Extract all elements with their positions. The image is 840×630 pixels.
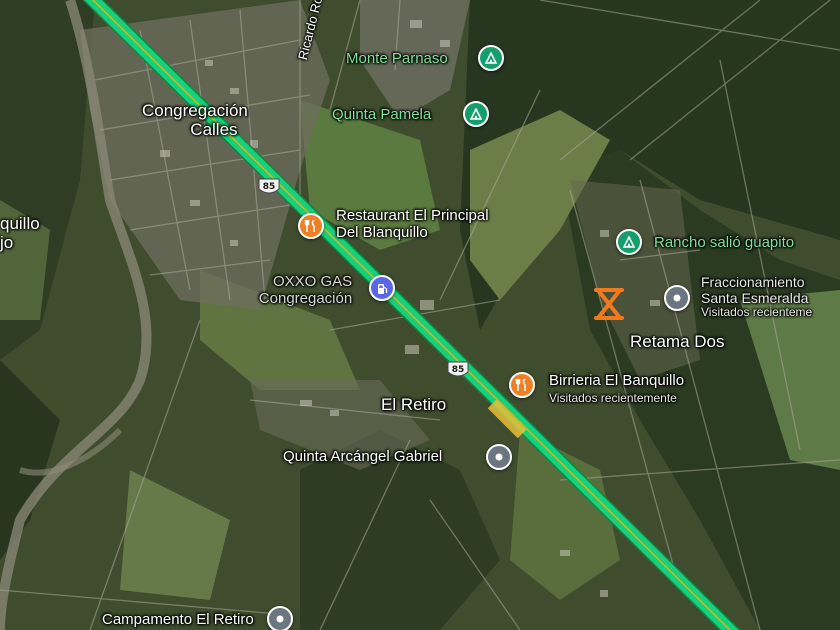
- area-label-retama-dos[interactable]: Retama Dos: [630, 332, 724, 351]
- highway-shield-85-north: 85: [258, 178, 280, 194]
- oxxo-line1: OXXO GAS: [273, 273, 353, 290]
- campground-icon[interactable]: [478, 45, 504, 71]
- restaurant-line2: Del Blanquillo: [336, 223, 428, 241]
- blanquillo-line2: jo: [0, 233, 14, 253]
- town-label-blanquillo: quillo jo: [0, 214, 40, 252]
- blanquillo-line1: quillo: [0, 214, 40, 233]
- place-label-monte-parnaso[interactable]: Monte Parnaso: [346, 50, 448, 68]
- gas-station-icon[interactable]: [369, 275, 395, 301]
- selected-location-marker[interactable]: [592, 286, 626, 322]
- restaurant-line1: Restaurant El Principal: [336, 207, 489, 224]
- oxxo-line2: Congregación: [258, 289, 353, 307]
- fracc-line2: Santa Esmeralda: [701, 289, 809, 306]
- place-pin-icon[interactable]: [486, 444, 512, 470]
- place-label-rancho[interactable]: Rancho salió guapito: [654, 234, 794, 252]
- place-label-quinta-pamela[interactable]: Quinta Pamela: [332, 106, 431, 124]
- campground-icon[interactable]: [616, 229, 642, 255]
- place-pin-icon[interactable]: [664, 285, 690, 311]
- place-label-fraccionamiento[interactable]: Fraccionamiento Santa Esmeralda Visitado…: [701, 274, 813, 320]
- highway-shield-85-south: 85: [447, 361, 469, 377]
- restaurant-icon[interactable]: [298, 213, 324, 239]
- campground-icon[interactable]: [463, 101, 489, 127]
- place-label-oxxo[interactable]: OXXO GAS Congregación: [246, 273, 353, 308]
- place-label-restaurant[interactable]: Restaurant El Principal Del Blanquillo: [336, 207, 489, 242]
- satellite-map[interactable]: 85 85 Monte Parnaso Quinta Pamela Congre…: [0, 0, 840, 630]
- fracc-line1: Fraccionamiento: [701, 274, 805, 290]
- svg-text:85: 85: [452, 365, 465, 375]
- place-label-birrieria[interactable]: Birrieria El Banquillo Visitados recient…: [549, 372, 685, 405]
- place-label-campamento[interactable]: Campamento El Retiro: [102, 611, 254, 629]
- fracc-recent: Visitados recienteme: [701, 305, 813, 320]
- town-label-congregacion-calles[interactable]: Congregación Calles: [142, 101, 248, 139]
- restaurant-icon[interactable]: [509, 372, 535, 398]
- birrieria-name: Birrieria El Banquillo: [549, 372, 685, 389]
- town-label-line1: Congregación: [142, 101, 248, 120]
- town-label-el-retiro[interactable]: El Retiro: [381, 395, 446, 414]
- place-pin-icon[interactable]: [267, 606, 293, 630]
- svg-text:85: 85: [263, 182, 276, 192]
- birrieria-recent: Visitados recientemente: [549, 390, 677, 405]
- place-label-quinta-arcangel[interactable]: Quinta Arcángel Gabriel: [283, 448, 442, 466]
- town-label-line2: Calles: [190, 120, 238, 140]
